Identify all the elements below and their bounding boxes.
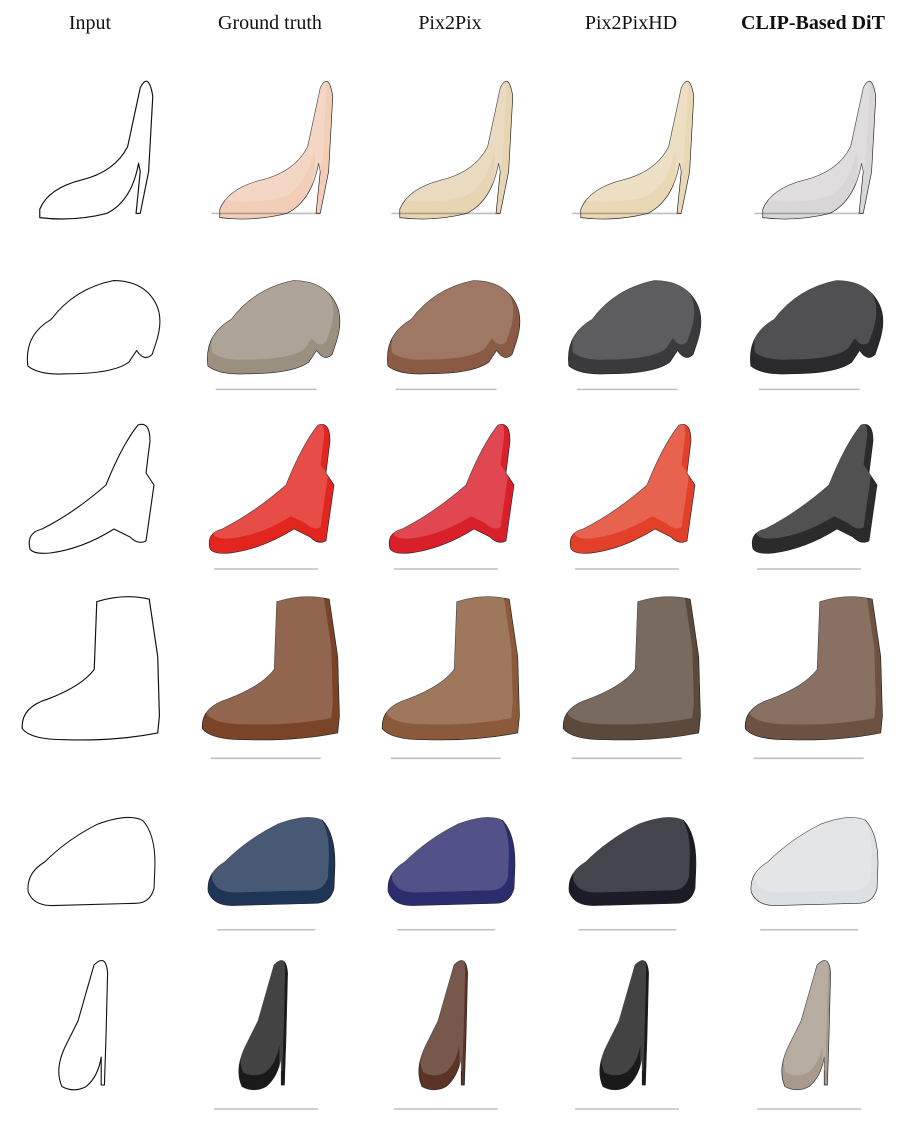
shoe-highlight <box>574 419 689 539</box>
image-row-2 <box>0 230 921 405</box>
shoe-lace-up-boot <box>381 592 520 760</box>
shoe-sneaker <box>207 811 336 931</box>
cell-clip-row-3 <box>722 405 904 585</box>
cell-input-row-2 <box>0 230 180 405</box>
shoe-wedge-slingback <box>569 419 696 570</box>
shoe-highlight <box>755 811 872 893</box>
shoe-stiletto-platform <box>394 956 498 1110</box>
cell-gt-row-1 <box>180 42 360 230</box>
cell-clip-row-6 <box>722 945 904 1125</box>
shoe-wedge-slingback <box>751 419 878 570</box>
cell-p2p-row-1 <box>360 42 540 230</box>
shoe-highlight <box>567 592 694 725</box>
image-row-3 <box>0 405 921 585</box>
sketch-platform-sandal <box>26 280 161 375</box>
cell-p2p-row-4 <box>360 585 540 775</box>
cell-p2phd-row-1 <box>540 42 722 230</box>
sketch-lace-up-boot <box>21 596 161 741</box>
header-clip-based-dit: CLIP-Based DiT <box>741 12 885 34</box>
shoe-highlight <box>212 811 329 893</box>
cell-p2phd-row-3 <box>540 405 722 585</box>
cell-gt-row-5 <box>180 775 360 945</box>
shoe-highlight <box>749 592 876 725</box>
shoe-sneaker <box>750 811 879 931</box>
image-row-6 <box>0 945 921 1125</box>
shoe-outline <box>28 423 155 554</box>
shoe-highlight <box>206 592 333 725</box>
cell-input-row-3 <box>0 405 180 585</box>
sketch-wedge-slingback <box>28 423 155 554</box>
cell-p2phd-row-4 <box>540 585 722 775</box>
header-pix2pixhd: Pix2PixHD <box>584 12 678 34</box>
cell-clip-row-5 <box>722 775 904 945</box>
shoe-highlight <box>573 811 690 893</box>
cell-gt-row-3 <box>180 405 360 585</box>
cell-p2p-row-5 <box>360 775 540 945</box>
sketch-high-heel-pump <box>39 80 154 220</box>
shoe-platform-sandal <box>207 273 341 391</box>
cell-input-row-5 <box>0 775 180 945</box>
shoe-outline <box>21 596 161 741</box>
header-ground-truth: Ground truth <box>218 12 322 34</box>
cell-p2phd-row-5 <box>540 775 722 945</box>
image-row-5 <box>0 775 921 945</box>
cell-input-row-1 <box>0 42 180 230</box>
cell-input-row-4 <box>0 585 180 775</box>
shoe-platform-sandal <box>750 273 884 391</box>
shoe-lace-up-boot <box>562 592 701 760</box>
shoe-outline <box>39 80 154 220</box>
image-row-4 <box>0 585 921 775</box>
cell-p2phd-row-6 <box>540 945 722 1125</box>
sketch-sneaker <box>27 816 156 907</box>
shoe-highlight <box>392 811 509 893</box>
cell-clip-row-2 <box>722 230 904 405</box>
cell-clip-row-1 <box>722 42 904 230</box>
shoe-highlight <box>386 592 513 725</box>
shoe-stiletto-platform <box>214 956 318 1110</box>
shoe-lace-up-boot <box>201 592 340 760</box>
cell-p2p-row-3 <box>360 405 540 585</box>
shoe-highlight <box>756 419 871 539</box>
shoe-lace-up-boot <box>744 592 883 760</box>
cell-input-row-6 <box>0 945 180 1125</box>
cell-gt-row-4 <box>180 585 360 775</box>
shoe-high-heel-pump <box>391 75 514 220</box>
shoe-stiletto-platform <box>575 956 679 1110</box>
comparison-figure: Input Ground truth Pix2Pix Pix2PixHD CLI… <box>0 0 921 1125</box>
shoe-wedge-slingback <box>388 419 515 570</box>
header-pix2pix: Pix2Pix <box>418 12 482 34</box>
cell-gt-row-2 <box>180 230 360 405</box>
cell-p2phd-row-2 <box>540 230 722 405</box>
shoe-outline <box>26 280 161 375</box>
shoe-wedge-slingback <box>208 419 335 570</box>
shoe-stiletto-platform <box>757 956 861 1110</box>
cell-p2p-row-6 <box>360 945 540 1125</box>
cell-clip-row-4 <box>722 585 904 775</box>
cell-p2p-row-2 <box>360 230 540 405</box>
shoe-high-heel-pump <box>211 75 334 220</box>
shoe-highlight <box>213 419 328 539</box>
cell-gt-row-6 <box>180 945 360 1125</box>
shoe-high-heel-pump <box>572 75 695 220</box>
sketch-stiletto-platform <box>58 959 109 1091</box>
shoe-outline <box>58 959 109 1091</box>
header-input: Input <box>68 12 112 34</box>
shoe-outline <box>27 816 156 907</box>
shoe-platform-sandal <box>568 273 702 391</box>
image-row-1 <box>0 42 921 230</box>
shoe-sneaker <box>387 811 516 931</box>
shoe-high-heel-pump <box>754 75 877 220</box>
shoe-sneaker <box>568 811 697 931</box>
shoe-highlight <box>393 419 508 539</box>
shoe-platform-sandal <box>387 273 521 391</box>
